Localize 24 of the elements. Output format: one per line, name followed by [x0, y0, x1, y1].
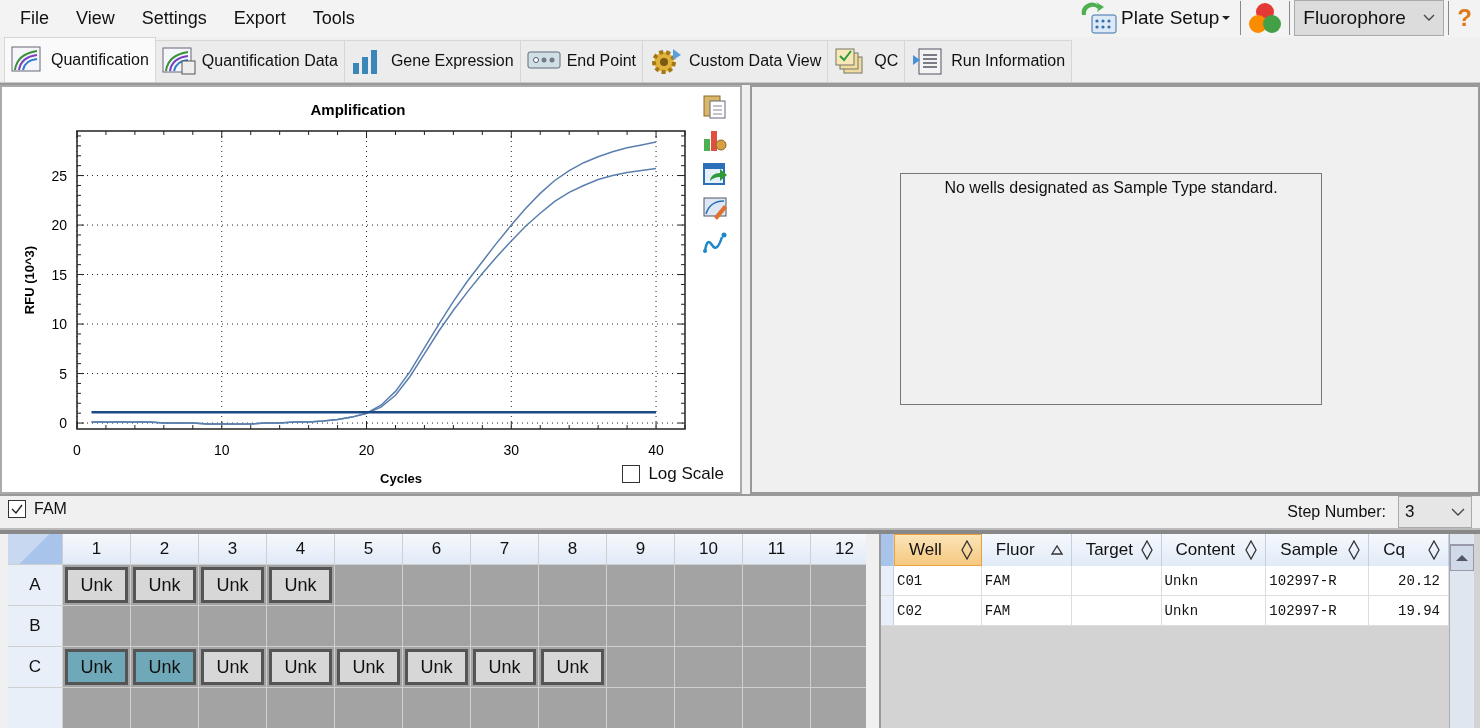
table-cell: C02	[894, 596, 982, 625]
table-cell: Unkn	[1161, 596, 1267, 625]
y-axis-label: RFU (10^3)	[22, 245, 37, 314]
y-tick-label: 5	[59, 365, 67, 382]
chart-title: Amplification	[310, 100, 406, 118]
y-tick-label: 25	[51, 167, 67, 184]
y-tick-label: 15	[51, 266, 67, 283]
x-tick-label: 10	[213, 441, 230, 458]
table-cell: C01	[894, 566, 982, 595]
x-axis-label: Cycles	[380, 470, 422, 486]
y-tick-label: 10	[51, 315, 67, 332]
table-cell: 102997-R	[1266, 596, 1370, 625]
x-tick-label: 20	[358, 441, 375, 458]
x-tick-label: 40	[648, 441, 664, 458]
y-tick-label: 20	[51, 216, 67, 233]
empty-message: No wells designated as Sample Type standard.	[944, 178, 1278, 198]
table-cell: FAM	[981, 596, 1072, 625]
y-tick-label: 0	[59, 414, 67, 431]
table-cell: Unkn	[1161, 566, 1267, 595]
x-tick-label: 30	[503, 441, 520, 458]
table-cell: 102997-R	[1266, 566, 1370, 595]
step-number-label: Step Number:	[1287, 502, 1386, 521]
table-cell: FAM	[981, 566, 1072, 595]
x-tick-label: 0	[73, 441, 81, 458]
